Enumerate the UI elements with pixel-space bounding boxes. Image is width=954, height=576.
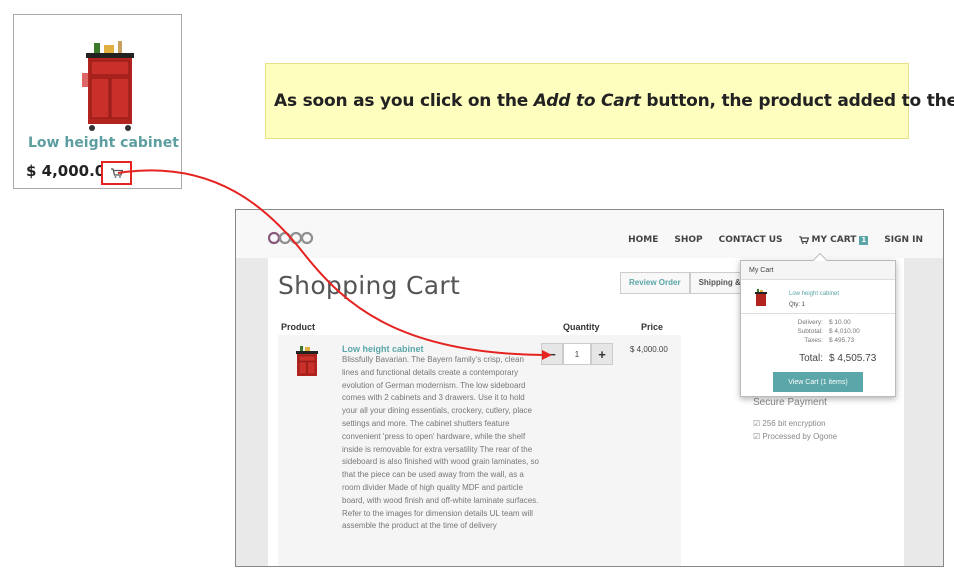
mini-cart-total-label: Total:: [799, 353, 823, 364]
cart-icon: [798, 236, 809, 244]
mini-cart-item-qty: Qty: 1: [789, 302, 806, 308]
product-card[interactable]: Low height cabinet $ 4,000.00: [13, 14, 182, 189]
odoo-logo[interactable]: [268, 231, 314, 245]
mini-cart-delivery-label: Delivery:: [797, 319, 823, 326]
mini-cart-divider: [741, 313, 895, 314]
nav-menu: HOME SHOP CONTACT US MY CART 1 SIGN IN: [628, 235, 923, 245]
checkout-steps: Review Order Shipping &: [620, 272, 750, 294]
nav-home[interactable]: HOME: [628, 235, 658, 245]
cart-line-description: Blissfully Bavarian. The Bayern family's…: [342, 355, 539, 531]
website-screenshot: HOME SHOP CONTACT US MY CART 1 SIGN IN S…: [235, 209, 944, 567]
mini-cart-subtotal-label: Subtotal:: [797, 328, 823, 335]
page-title: Shopping Cart: [278, 271, 461, 300]
step-review-order[interactable]: Review Order: [620, 272, 690, 294]
callout-text-emphasis: Add to Cart: [533, 91, 641, 111]
mini-cart-header: My Cart: [741, 261, 895, 280]
secure-line-processor: ☑ Processed by Ogone: [753, 432, 838, 441]
nav-contact-us[interactable]: CONTACT US: [719, 235, 783, 245]
column-header-product: Product: [281, 322, 316, 332]
cart-count-badge: 1: [859, 235, 869, 245]
column-header-quantity: Quantity: [563, 322, 600, 332]
mini-cart-taxes-label: Taxes:: [804, 337, 823, 344]
nav-shop[interactable]: SHOP: [674, 235, 702, 245]
mini-cart-delivery-value: $ 10.00: [829, 319, 851, 326]
quantity-input[interactable]: 1: [563, 343, 591, 365]
navbar: HOME SHOP CONTACT US MY CART 1 SIGN IN: [236, 210, 943, 258]
view-cart-button[interactable]: View Cart (1 items): [773, 372, 863, 392]
add-to-cart-button[interactable]: [101, 161, 132, 185]
cart-line-thumbnail[interactable]: [290, 343, 324, 381]
mini-cart-popup: My Cart Low height cabinet Qty: 1 Delive…: [740, 252, 896, 397]
quantity-increase-button[interactable]: +: [591, 343, 613, 365]
product-card-name[interactable]: Low height cabinet: [28, 135, 179, 151]
column-header-price: Price: [641, 322, 664, 332]
secure-line-encryption: ☑ 256 bit encryption: [753, 419, 826, 428]
mini-cart-item-name[interactable]: Low height cabinet: [789, 291, 839, 297]
cart-icon: [110, 168, 123, 178]
callout-text: As soon as you click on the Add to Cart …: [274, 91, 954, 111]
nav-my-cart[interactable]: MY CART 1: [798, 235, 869, 245]
nav-sign-in[interactable]: SIGN IN: [884, 235, 923, 245]
callout-text-before: As soon as you click on the: [274, 91, 534, 111]
mini-cart-taxes-value: $ 495.73: [829, 337, 855, 344]
callout-text-after: button, the product added to the cart: [646, 91, 954, 111]
secure-payment-title: Secure Payment: [753, 397, 827, 408]
cart-line-price: $ 4,000.00: [630, 345, 668, 354]
product-image-cabinet[interactable]: [64, 33, 154, 137]
instruction-callout: As soon as you click on the Add to Cart …: [265, 63, 954, 139]
mini-cart-subtotal-value: $ 4,010.00: [829, 328, 860, 335]
cart-line-name[interactable]: Low height cabinet: [342, 344, 424, 354]
quantity-decrease-button[interactable]: −: [541, 343, 563, 365]
quantity-stepper: − 1 +: [541, 343, 613, 365]
mini-cart-thumbnail: [755, 289, 767, 306]
nav-my-cart-label: MY CART: [811, 235, 857, 245]
mini-cart-total-value: $ 4,505.73: [829, 353, 877, 364]
